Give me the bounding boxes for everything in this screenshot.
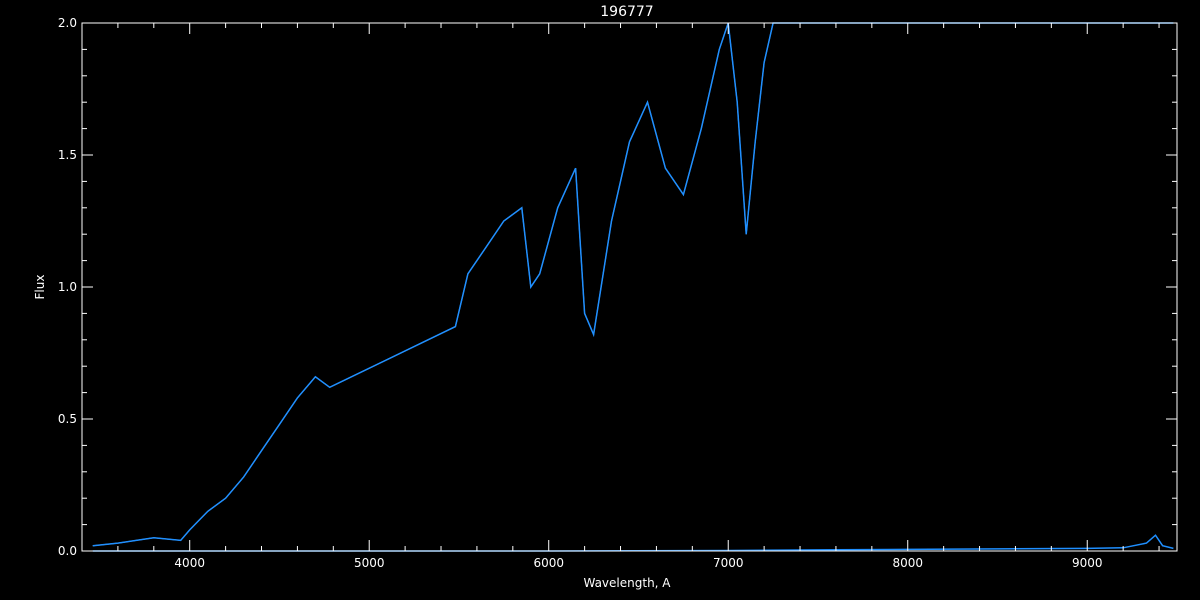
y-tick-label: 0.5: [58, 412, 77, 426]
spectrum-chart: 196777 4000 5000 6000 7000 8000 9000 0.0 0.5 1.0…: [0, 0, 1200, 600]
x-axis-label: Wavelength, A: [583, 576, 671, 590]
x-tick-label: 6000: [533, 556, 564, 570]
x-tick-label: 7000: [713, 556, 744, 570]
chart-title: 196777: [600, 4, 653, 20]
y-axis-label: Flux: [33, 275, 47, 300]
x-tick-label: 4000: [174, 556, 205, 570]
chart-background: [0, 0, 1200, 600]
y-tick-label: 1.0: [58, 280, 77, 294]
x-tick-label: 8000: [892, 556, 923, 570]
y-tick-label: 2.0: [58, 16, 77, 30]
x-tick-label: 5000: [354, 556, 385, 570]
y-tick-label: 0.0: [58, 544, 77, 558]
y-tick-label: 1.5: [58, 148, 77, 162]
x-tick-label: 9000: [1072, 556, 1103, 570]
